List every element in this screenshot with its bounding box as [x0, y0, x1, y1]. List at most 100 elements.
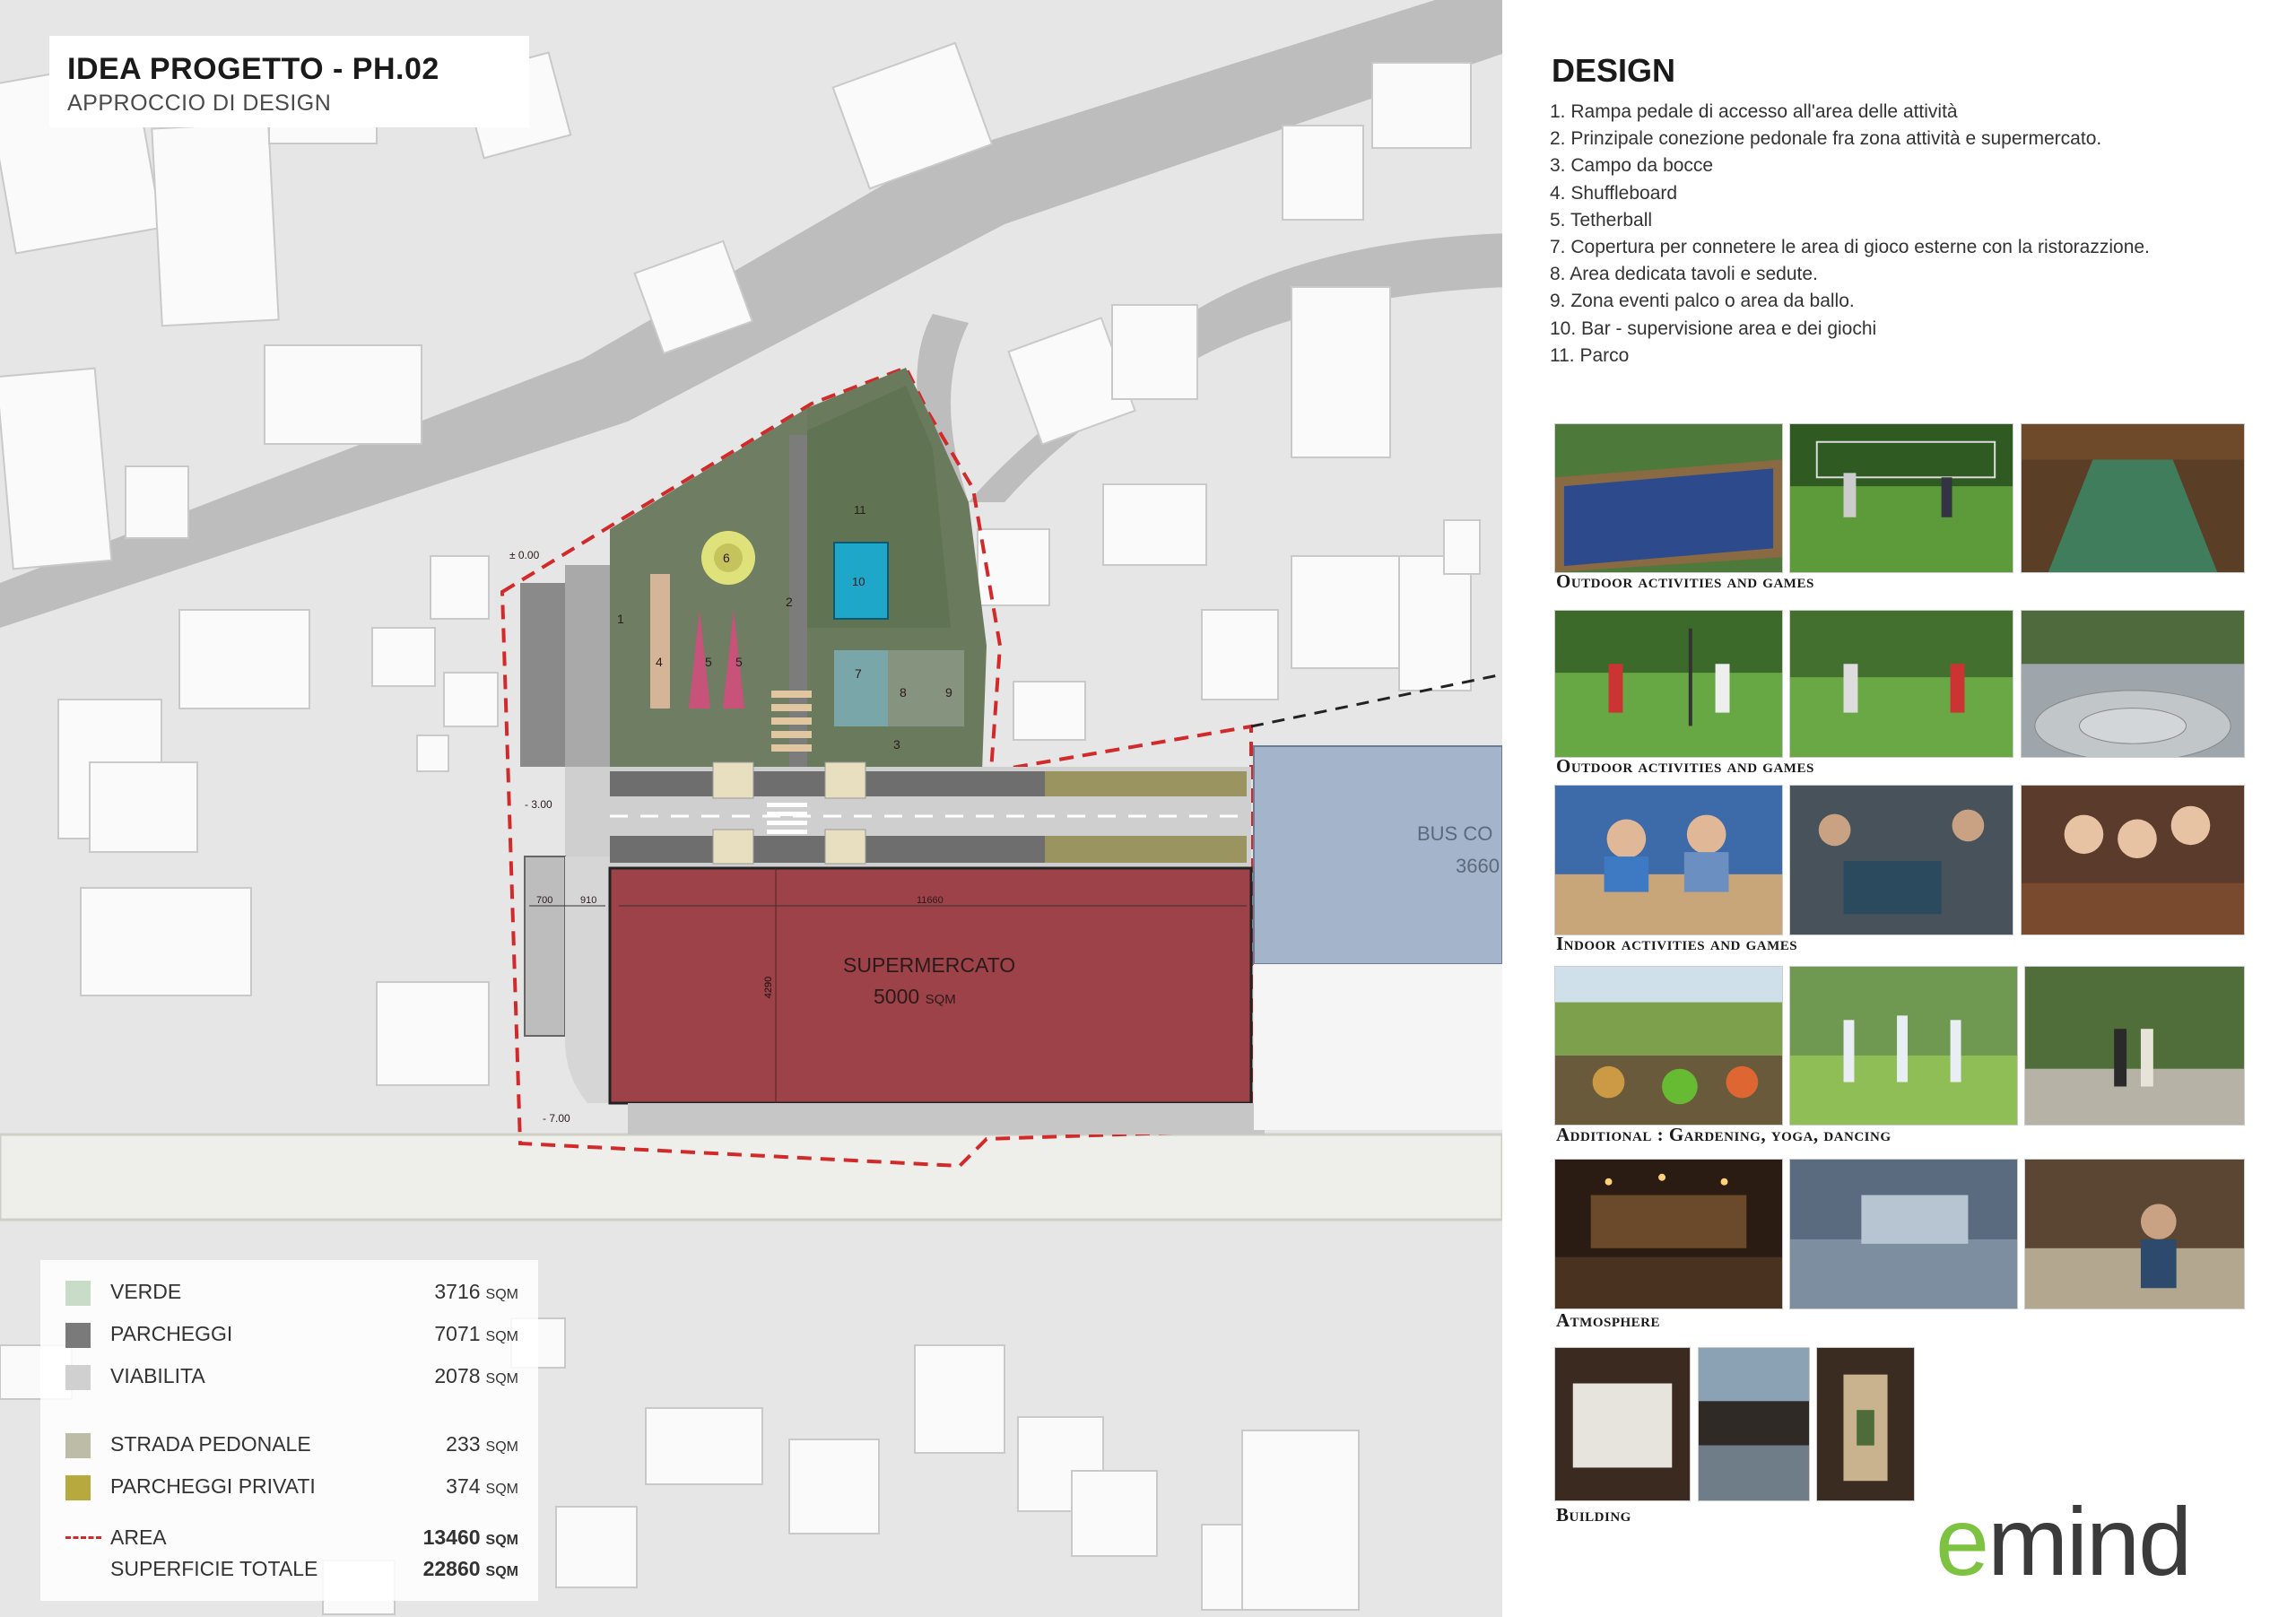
legend-dash-area [65, 1536, 101, 1539]
caption-indoor: Indoor activities and games [1556, 933, 1798, 954]
legend-value-unit: SQM [485, 1439, 518, 1455]
photo-badminton [1789, 423, 2013, 573]
title-box: IDEA PROGETTO - PH.02 APPROCCIO DI DESIG… [49, 36, 529, 127]
plan-marker-6: 6 [723, 551, 730, 565]
legend-swatch-verde [65, 1281, 91, 1306]
photo-board-games [1789, 785, 2013, 935]
legend-value-unit: SQM [485, 1287, 518, 1302]
photo-atmosphere-bar [1554, 1159, 1783, 1309]
design-panel: DESIGN 1. Rampa pedale di accesso all'ar… [1502, 0, 2296, 1617]
legend-value: 7071 SQM [434, 1322, 518, 1346]
photo-gardening [1554, 966, 1783, 1126]
plan-marker-7: 7 [855, 666, 862, 681]
legend-label: AREA [110, 1526, 167, 1549]
photo-chess [1554, 785, 1783, 935]
plan-marker-2: 2 [786, 595, 793, 609]
legend-value-number: 233 [446, 1432, 481, 1456]
design-list-item: 10. Bar - supervisione area e dei giochi [1550, 317, 1877, 339]
photo-building-2 [1698, 1347, 1810, 1501]
legend-swatch-parcheggi-privati [65, 1475, 91, 1500]
design-list-item: 2. Prinzipale conezione pedonale fra zon… [1550, 128, 2102, 150]
legend-value: 22860 SQM [423, 1557, 518, 1581]
legend-value-number: 22860 [422, 1557, 481, 1580]
legend-value-unit: SQM [485, 1564, 518, 1579]
plan-marker-5a: 5 [705, 655, 712, 669]
photo-shuffleboard [2021, 423, 2245, 573]
photo-atmosphere-guitar [2024, 1159, 2245, 1309]
photo-family-games [2021, 785, 2245, 935]
design-list-item: 7. Copertura per connetere le area di gi… [1550, 237, 2150, 258]
plan-marker-8: 8 [900, 685, 907, 700]
photo-yoga [1789, 966, 2018, 1126]
plan-marker-10: 10 [852, 575, 865, 588]
legend-row-parcheggi: PARCHEGGI 7071 SQM [65, 1318, 518, 1349]
legend-value-number: 2078 [434, 1364, 481, 1387]
dim-label-4290: 4290 [763, 976, 775, 999]
logo-e: e [1935, 1487, 1989, 1595]
level-label-700: - 7.00 [543, 1112, 570, 1125]
photo-tetherball-1 [1554, 610, 1783, 758]
design-list-item: 11. Parco [1550, 344, 1630, 366]
photo-amphitheatre [2021, 610, 2245, 758]
legend-value-number: 374 [446, 1474, 481, 1498]
legend-row-area: AREA 13460 SQM [65, 1522, 518, 1552]
photo-bocce [1554, 423, 1783, 573]
plan-marker-5b: 5 [735, 655, 743, 669]
legend-value-number: 3716 [434, 1280, 481, 1303]
logo-text: mind [1987, 1487, 2192, 1595]
legend-row-verde: VERDE 3716 SQM [65, 1276, 518, 1307]
plan-marker-1: 1 [617, 612, 624, 626]
photo-building-3 [1816, 1347, 1915, 1501]
plan-marker-4: 4 [656, 655, 663, 669]
legend-swatch-parcheggi [65, 1323, 91, 1348]
design-list-item: 5. Tetherball [1550, 209, 1653, 230]
photo-atmosphere-night [1789, 1159, 2018, 1309]
caption-additional: Additional : Gardening, yoga, dancing [1556, 1124, 1892, 1145]
caption-atmosphere: Atmosphere [1556, 1309, 1661, 1331]
legend-value: 13460 SQM [423, 1526, 518, 1550]
legend-swatch-viabilita [65, 1365, 91, 1390]
legend-row-strada-pedonale: STRADA PEDONALE 233 SQM [65, 1429, 518, 1459]
legend: VERDE 3716 SQM PARCHEGGI 7071 SQM VIABILIT… [40, 1260, 538, 1601]
plan-marker-3: 3 [893, 737, 900, 752]
photo-tetherball-2 [1789, 610, 2013, 758]
legend-label: SUPERFICIE TOTALE [110, 1557, 318, 1580]
design-list-item: 3. Campo da bocce [1550, 155, 1714, 177]
caption-building: Building [1556, 1504, 1631, 1526]
legend-value: 233 SQM [446, 1432, 518, 1456]
plan-marker-9: 9 [945, 685, 952, 700]
legend-value-number: 7071 [434, 1322, 481, 1345]
legend-swatch-strada-pedonale [65, 1433, 91, 1458]
plan-marker-11: 11 [854, 503, 866, 517]
legend-label: VIABILITA [110, 1364, 205, 1387]
supermarket-label: SUPERMERCATO [843, 953, 1016, 977]
legend-value: 374 SQM [446, 1474, 518, 1499]
legend-value-unit: SQM [485, 1533, 518, 1548]
legend-row-parcheggi-privati: PARCHEGGI PRIVATI 374 SQM [65, 1471, 518, 1501]
level-label-300: - 3.00 [525, 798, 552, 811]
site-plan-map: 1 2 3 4 5 5 6 7 8 9 10 11 ± 0.00 - 3.00 … [0, 0, 1502, 1617]
page-title: IDEA PROGETTO - PH.02 [67, 52, 439, 86]
design-list: 1. Rampa pedale di accesso all'area dell… [1550, 99, 2267, 369]
dim-label-11660: 11660 [917, 895, 944, 906]
caption-outdoor-2: Outdoor activities and games [1556, 755, 1814, 777]
dim-label-700: 700 [536, 895, 553, 906]
page-subtitle: APPROCCIO DI DESIGN [67, 91, 332, 116]
legend-value-unit: SQM [485, 1482, 518, 1497]
design-list-item: 9. Zona eventi palco o area da ballo. [1550, 291, 1855, 312]
photo-dancing [2024, 966, 2245, 1126]
legend-value-number: 13460 [422, 1526, 481, 1549]
panel-title: DESIGN [1552, 52, 1676, 89]
legend-label: VERDE [110, 1280, 182, 1303]
bus-terminal-label: BUS CO [1417, 822, 1493, 845]
legend-label: STRADA PEDONALE [110, 1432, 311, 1456]
legend-value-unit: SQM [485, 1371, 518, 1387]
legend-row-superficie-totale: SUPERFICIE TOTALE 22860 SQM [65, 1553, 518, 1584]
bus-terminal-value: 3660 [1456, 855, 1500, 877]
legend-row-viabilita: VIABILITA 2078 SQM [65, 1361, 518, 1391]
photo-building-1 [1554, 1347, 1691, 1501]
legend-label: PARCHEGGI [110, 1322, 233, 1345]
legend-label: PARCHEGGI PRIVATI [110, 1474, 316, 1498]
legend-value-unit: SQM [485, 1329, 518, 1344]
design-list-item: 1. Rampa pedale di accesso all'area dell… [1550, 101, 1958, 122]
